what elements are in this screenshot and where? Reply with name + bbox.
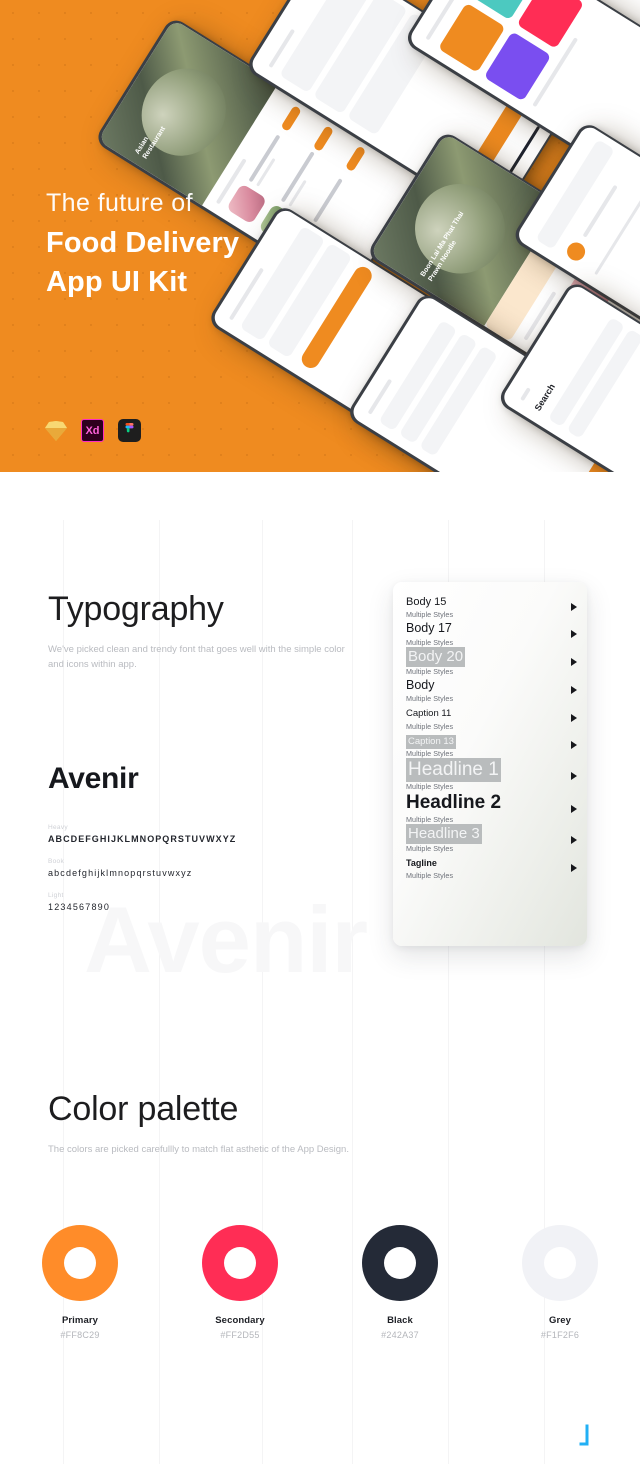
disclosure-triangle-icon[interactable] <box>571 771 577 780</box>
hero-section: Asian Restaurant Boon Lai Ma Phat Thai P… <box>0 0 640 472</box>
color-swatch[interactable]: Black #242A37 <box>320 1225 480 1340</box>
text-style-subtitle: Multiple Styles <box>406 637 454 647</box>
weight-sample-light: Light 1234567890 <box>48 892 110 912</box>
color-swatch-hex: #FF2D55 <box>220 1330 260 1340</box>
typography-description: We've picked clean and trendy font that … <box>48 644 345 671</box>
color-swatch-ring <box>202 1225 278 1301</box>
text-style-row[interactable]: Headline 3 Multiple Styles <box>393 824 587 853</box>
disclosure-triangle-icon[interactable] <box>571 835 577 844</box>
text-style-subtitle: Multiple Styles <box>406 782 454 791</box>
text-style-subtitle: Multiple Styles <box>406 694 454 703</box>
color-swatch[interactable]: Primary #FF8C29 <box>0 1225 160 1340</box>
disclosure-triangle-icon[interactable] <box>571 741 577 750</box>
alphabet-uppercase: ABCDEFGHIJKLMNOPQRSTUVWXYZ <box>48 834 237 844</box>
text-style-name: Headline 2 <box>406 792 502 813</box>
text-style-row[interactable]: Caption 13 Multiple Styles <box>393 731 587 758</box>
color-swatch-ring <box>362 1225 438 1301</box>
design-tool-icons: Xd <box>43 418 142 443</box>
color-swatch-name: Grey <box>548 1315 572 1326</box>
font-family-name: Avenir <box>48 762 139 795</box>
text-style-row[interactable]: Headline 2 Multiple Styles <box>393 791 587 824</box>
color-swatch-name: Black <box>387 1315 413 1326</box>
color-swatch[interactable]: Grey #F1F2F6 <box>480 1225 640 1340</box>
disclosure-triangle-icon[interactable] <box>571 629 577 638</box>
color-swatch-ring <box>522 1225 598 1301</box>
text-style-row[interactable]: Body 20 Multiple Styles <box>393 646 587 676</box>
hero-subtitle: The future of <box>46 189 193 217</box>
text-styles-panel[interactable]: Body 15 Multiple Styles Body 17 Multiple St… <box>393 582 587 946</box>
text-style-name: Body 17 <box>406 621 452 635</box>
disclosure-triangle-icon[interactable] <box>571 602 577 611</box>
text-style-name: Headline 1 <box>406 758 501 782</box>
text-style-subtitle: Multiple Styles <box>406 666 454 676</box>
color-swatch-name: Secondary <box>215 1315 265 1326</box>
disclosure-triangle-icon[interactable] <box>571 713 577 722</box>
avenir-watermark: Avenir <box>84 887 368 992</box>
disclosure-triangle-icon[interactable] <box>571 658 577 666</box>
weight-label-book: Book <box>48 858 65 865</box>
text-style-name: Caption 13 <box>406 734 456 749</box>
text-style-subtitle: Multiple Styles <box>406 844 454 853</box>
hero-title-line-2: App UI Kit <box>46 265 188 298</box>
text-style-row[interactable]: Body 15 Multiple Styles <box>393 592 587 619</box>
text-style-row[interactable]: Tagline Multiple Styles <box>393 853 587 880</box>
disclosure-triangle-icon[interactable] <box>571 863 577 872</box>
text-style-name: Body <box>406 677 435 692</box>
color-palette-section: Color palette The colors are picked care… <box>48 1090 368 1157</box>
disclosure-triangle-icon[interactable] <box>571 804 577 813</box>
adobe-xd-icon[interactable]: Xd <box>80 418 105 443</box>
typography-heading: Typography <box>48 590 224 628</box>
text-style-name: Headline 3 <box>406 824 482 844</box>
weight-sample-book: Book abcdefghijklmnopqrstuvwxyz <box>48 858 192 878</box>
hero-title: Food Delivery App UI Kit <box>46 224 239 301</box>
numerals-sample: 1234567890 <box>48 902 111 912</box>
text-style-subtitle: Multiple Styles <box>406 610 454 619</box>
text-style-name: Body 15 <box>406 596 447 608</box>
color-palette-description: The colors are picked carefullly to matc… <box>48 1144 349 1155</box>
alphabet-lowercase: abcdefghijklmnopqrstuvwxyz <box>48 868 193 878</box>
text-style-row[interactable]: Headline 1 Multiple Styles <box>393 758 587 791</box>
text-style-row[interactable]: Body Multiple Styles <box>393 676 587 703</box>
color-swatch[interactable]: Secondary #FF2D55 <box>160 1225 320 1340</box>
text-style-row[interactable]: Caption 11 Multiple Styles <box>393 703 587 731</box>
text-style-subtitle: Multiple Styles <box>406 749 454 758</box>
text-style-name: Tagline <box>406 858 437 868</box>
figma-icon[interactable] <box>117 418 142 443</box>
color-swatch-hex: #FF8C29 <box>60 1330 100 1340</box>
hero-title-line-1: Food Delivery <box>46 227 240 260</box>
color-swatch-ring <box>42 1225 118 1301</box>
color-swatch-name: Primary <box>61 1315 99 1326</box>
weight-sample-heavy: Heavy ABCDEFGHIJKLMNOPQRSTUVWXYZ <box>48 824 236 844</box>
weight-label-heavy: Heavy <box>48 824 68 831</box>
text-style-subtitle: Multiple Styles <box>406 815 454 824</box>
hero-text-block: The future of Food Delivery App UI Kit <box>46 188 239 301</box>
color-swatch-hex: #F1F2F6 <box>540 1330 580 1340</box>
text-style-subtitle: Multiple Styles <box>406 721 454 731</box>
weight-label-light: Light <box>48 892 64 899</box>
disclosure-triangle-icon[interactable] <box>571 686 577 695</box>
text-style-name: Body 20 <box>406 646 466 667</box>
color-swatch-hex: #242A37 <box>381 1330 419 1340</box>
color-swatch-row: Primary #FF8C29 Secondary #FF2D55 Black #242A… <box>0 1225 640 1340</box>
text-style-subtitle: Multiple Styles <box>406 871 454 880</box>
adobe-xd-label: Xd <box>81 419 104 442</box>
text-style-row[interactable]: Body 17 Multiple Styles <box>393 619 587 647</box>
color-palette-heading: Color palette <box>48 1090 239 1128</box>
typography-section: Typography We've picked clean and trendy… <box>48 590 348 673</box>
sketch-icon[interactable] <box>43 418 68 443</box>
cursor-arrow-icon <box>575 1424 597 1459</box>
text-style-name: Caption 11 <box>406 708 452 719</box>
